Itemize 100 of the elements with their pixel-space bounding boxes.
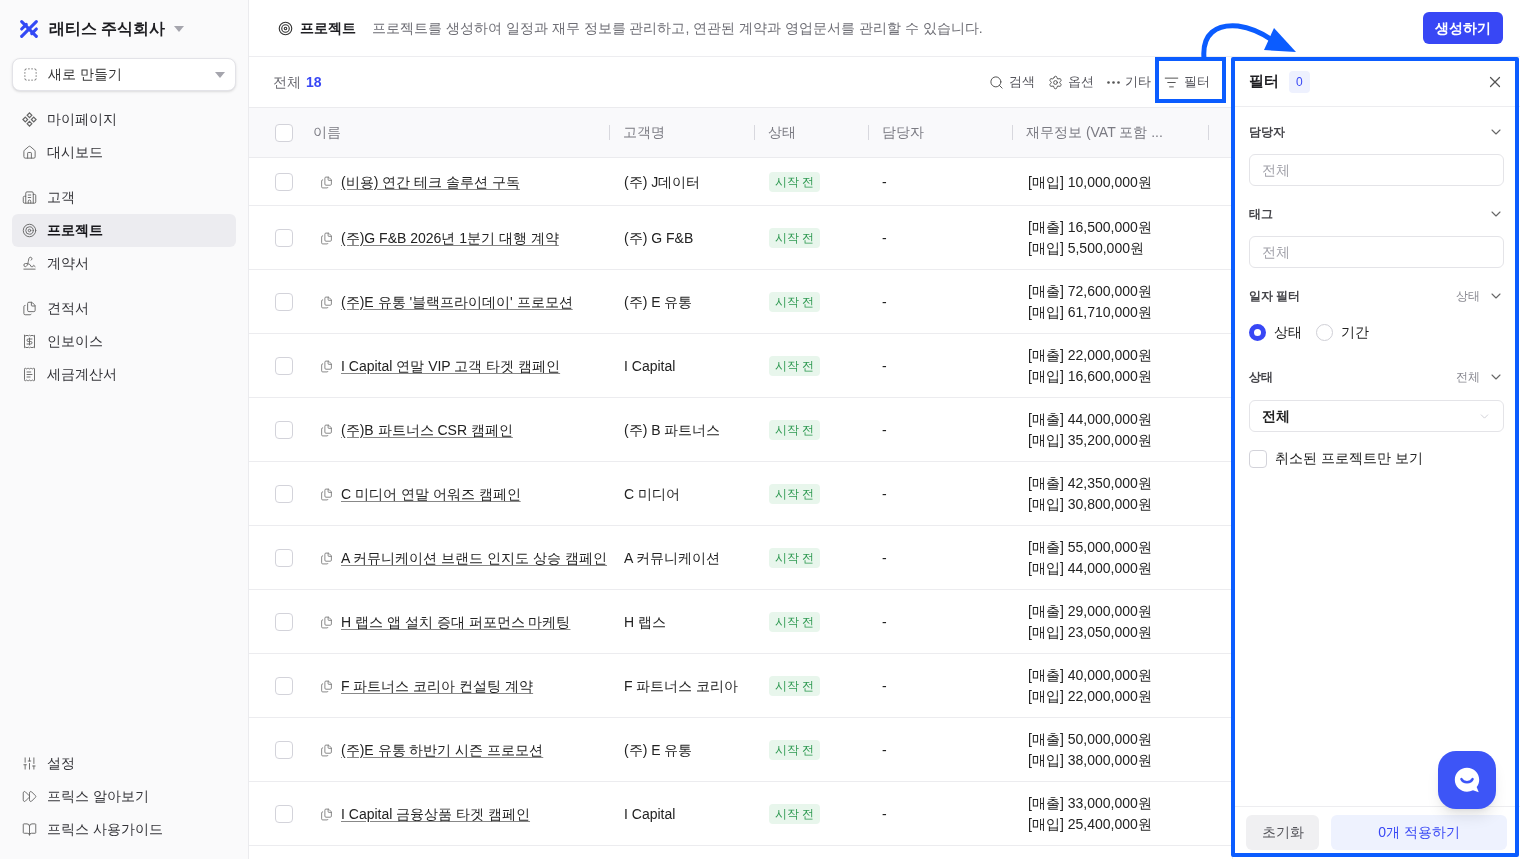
toolbar-action[interactable]: 검색 xyxy=(989,72,1035,92)
checkbox[interactable] xyxy=(275,549,293,567)
finance-amount: [매출] 33,000,000원 xyxy=(1028,794,1153,813)
checkbox[interactable] xyxy=(275,293,293,311)
section-label: 태그 xyxy=(1249,206,1273,223)
project-link[interactable]: H 랩스 앱 설치 증대 퍼포먼스 마케팅 xyxy=(341,611,571,633)
new-button[interactable]: 새로 만들기 xyxy=(12,58,236,91)
input-field[interactable]: 전체 xyxy=(1249,236,1504,268)
settings-icon xyxy=(1048,74,1063,90)
finance-amount: [매입] 5,500,000원 xyxy=(1028,239,1145,258)
checkbox[interactable] xyxy=(275,357,293,375)
checkbox[interactable] xyxy=(275,741,293,759)
document-icon xyxy=(320,551,333,565)
create-button[interactable]: 생성하기 xyxy=(1423,12,1503,44)
nav-item[interactable]: 인보이스 xyxy=(12,325,236,358)
status-badge: 시작 전 xyxy=(769,356,821,376)
receipt-icon xyxy=(22,367,37,382)
total-label: 전체 xyxy=(273,72,301,92)
document-icon xyxy=(320,231,333,245)
checkbox[interactable] xyxy=(275,485,293,503)
nav-item[interactable]: 고객 xyxy=(12,181,236,214)
column-header: 고객명 xyxy=(623,123,665,142)
document-icon xyxy=(320,423,333,437)
nav-item[interactable]: 프릭스 사용가이드 xyxy=(12,813,236,846)
finance-amount: [매입] 61,710,000원 xyxy=(1028,303,1153,322)
project-link[interactable]: (비용) 연간 테크 솔루션 구독 xyxy=(341,171,520,193)
manager-cell: - xyxy=(882,806,887,822)
status-badge: 시작 전 xyxy=(769,804,821,824)
highlight-frame xyxy=(1155,57,1226,103)
reset-button[interactable]: 초기화 xyxy=(1246,815,1319,850)
finance-amount: [매입] 23,050,000원 xyxy=(1028,623,1153,642)
ellipsis-icon xyxy=(1107,80,1120,84)
nav-item[interactable]: 대시보드 xyxy=(12,136,236,169)
status-select[interactable]: 전체 xyxy=(1249,400,1504,432)
column-header: 이름 xyxy=(313,123,341,142)
apply-button[interactable]: 0개 적용하기 xyxy=(1331,815,1507,850)
manager-cell: - xyxy=(882,422,887,438)
nav-item[interactable]: 설정 xyxy=(12,747,236,780)
document-icon xyxy=(320,359,333,373)
chat-bubble-icon xyxy=(1452,765,1482,795)
project-link[interactable]: I Capital 연말 VIP 고객 타겟 캠페인 xyxy=(341,355,561,377)
manager-cell: - xyxy=(882,486,887,502)
page-description: 프로젝트를 생성하여 일정과 재무 정보를 관리하고, 연관된 계약과 영업문서를 관리할 수 있습니다. xyxy=(372,18,983,38)
customer-cell: (주) G F&B xyxy=(624,230,694,246)
finance-amount: [매입] 30,800,000원 xyxy=(1028,495,1153,514)
status-badge: 시작 전 xyxy=(769,548,821,568)
finance-amount: [매입] 22,000,000원 xyxy=(1028,687,1153,706)
checkbox[interactable] xyxy=(275,173,293,191)
status-badge: 시작 전 xyxy=(769,676,821,696)
document-icon xyxy=(320,175,333,189)
project-link[interactable]: (주)G F&B 2026년 1분기 대행 계약 xyxy=(341,227,559,249)
project-link[interactable]: (주)E 유통 '블랙프라이데이' 프로모션 xyxy=(341,291,573,313)
status-badge: 시작 전 xyxy=(769,228,821,248)
chat-button[interactable] xyxy=(1438,751,1496,809)
caret-icon xyxy=(174,25,185,32)
radio-button[interactable] xyxy=(1249,324,1266,341)
input-field[interactable]: 전체 xyxy=(1249,154,1504,186)
nav-item[interactable]: 견적서 xyxy=(12,292,236,325)
search-icon xyxy=(989,74,1004,90)
project-link[interactable]: (주)B 파트너스 CSR 캠페인 xyxy=(341,419,513,441)
nav-item[interactable]: 마이페이지 xyxy=(12,103,236,136)
document-icon xyxy=(320,743,333,757)
checkbox[interactable] xyxy=(275,613,293,631)
files-icon xyxy=(22,301,37,316)
radio-label: 상태 xyxy=(1274,323,1302,342)
checkbox[interactable] xyxy=(275,229,293,247)
nav-item[interactable]: 계약서 xyxy=(12,247,236,280)
page-title: 프로젝트 xyxy=(300,18,356,38)
nav-item[interactable]: 프릭스 알아보기 xyxy=(12,780,236,813)
checkbox[interactable] xyxy=(275,123,293,142)
project-link[interactable]: (주)E 유통 하반기 시즌 프로모션 xyxy=(341,739,544,761)
column-header: 담당자 xyxy=(882,123,924,142)
customer-cell: (주) E 유통 xyxy=(624,742,693,758)
manager-cell: - xyxy=(882,174,887,190)
status-badge: 시작 전 xyxy=(769,484,821,504)
customer-cell: (주) E 유통 xyxy=(624,294,693,310)
nav-item[interactable]: 세금계산서 xyxy=(12,358,236,391)
signature-icon xyxy=(22,256,37,271)
document-icon xyxy=(320,487,333,501)
company-name[interactable]: 래티스 주식회사 xyxy=(49,16,166,41)
finance-amount: [매출] 72,600,000원 xyxy=(1028,282,1153,301)
project-link[interactable]: A 커뮤니케이션 브랜드 인지도 상승 캠페인 xyxy=(341,547,607,569)
checkbox[interactable] xyxy=(275,421,293,439)
section-summary: 전체 xyxy=(1456,369,1480,386)
finance-amount: [매출] 44,000,000원 xyxy=(1028,410,1153,429)
target-icon xyxy=(22,223,37,238)
checkbox[interactable] xyxy=(275,805,293,823)
project-link[interactable]: F 파트너스 코리아 컨설팅 계약 xyxy=(341,675,534,697)
checkbox[interactable] xyxy=(1249,449,1267,468)
checkbox[interactable] xyxy=(275,677,293,695)
toolbar-action[interactable]: 필터 xyxy=(1164,72,1210,92)
nav-item[interactable]: 프로젝트 xyxy=(12,214,236,247)
toolbar-action[interactable]: 기타 xyxy=(1107,72,1151,92)
project-link[interactable]: I Capital 금융상품 타겟 캠페인 xyxy=(341,803,531,825)
toolbar-action[interactable]: 옵션 xyxy=(1048,72,1094,92)
section-summary: 상태 xyxy=(1456,288,1480,305)
house-icon xyxy=(22,145,37,160)
manager-cell: - xyxy=(882,358,887,374)
logo-icon xyxy=(18,17,40,40)
project-link[interactable]: C 미디어 연말 어워즈 캠페인 xyxy=(341,483,521,505)
